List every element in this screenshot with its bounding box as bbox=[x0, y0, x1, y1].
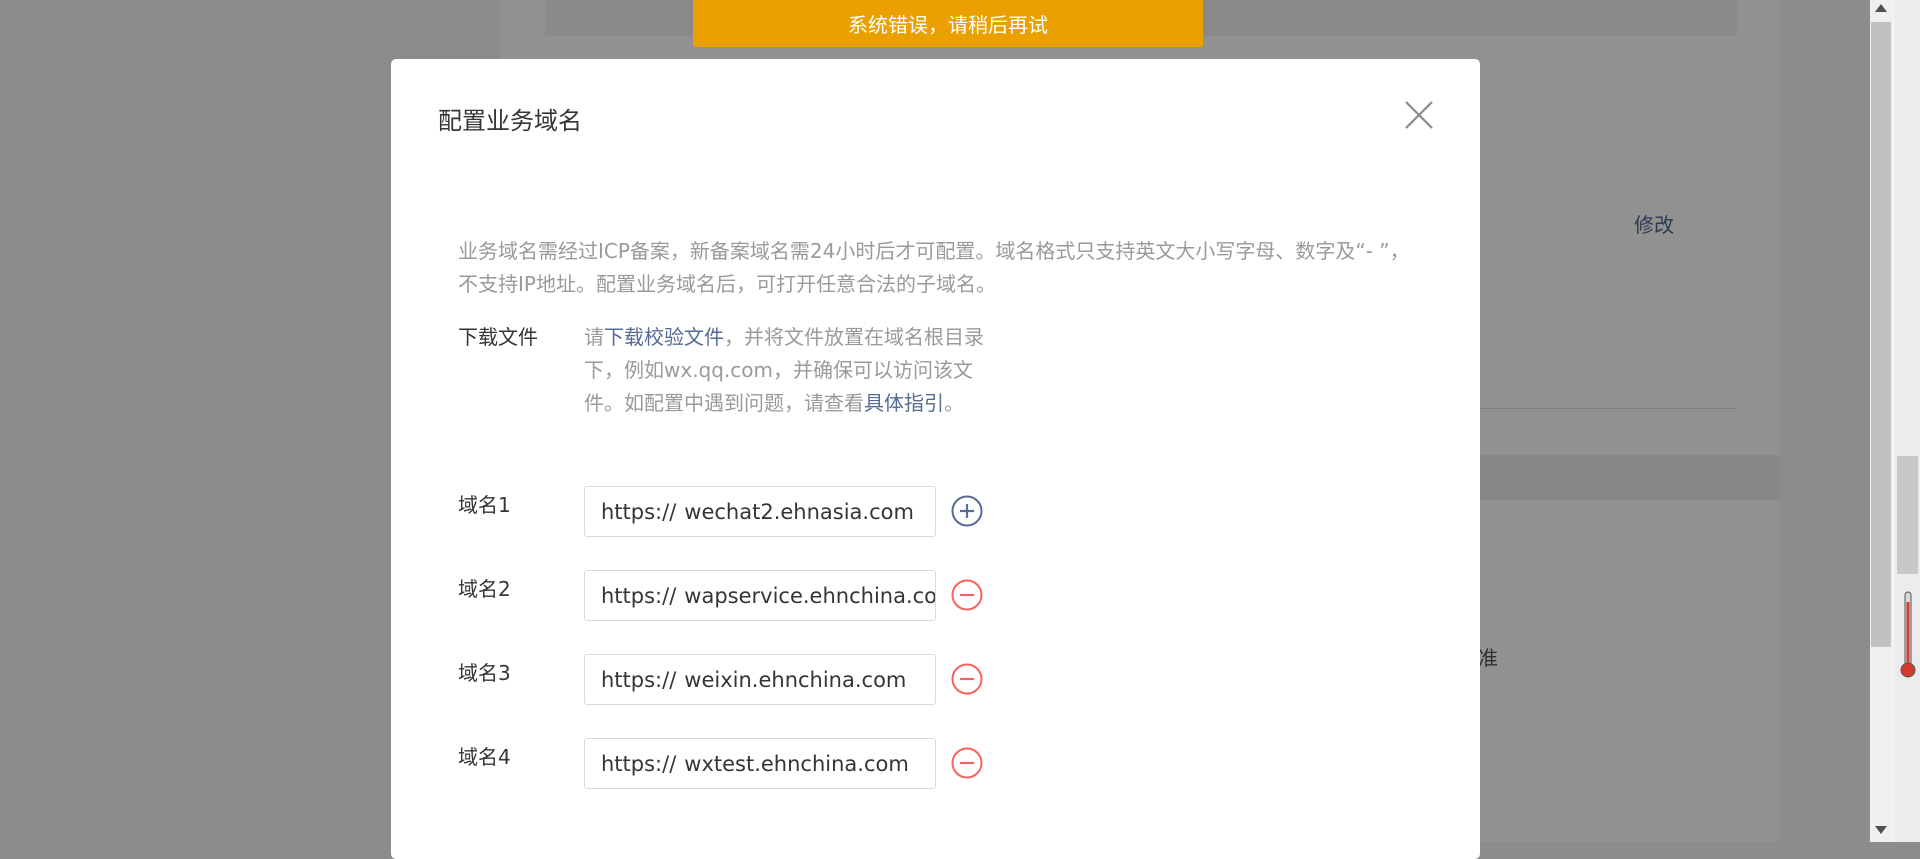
domain-4-input[interactable] bbox=[676, 751, 935, 776]
domain-1-field[interactable]: https:// bbox=[584, 486, 936, 537]
error-toast: 系统错误，请稍后再试 bbox=[693, 0, 1203, 47]
guide-link[interactable]: 具体指引 bbox=[864, 391, 944, 415]
domain-2-field[interactable]: https:// bbox=[584, 570, 936, 621]
page-scrollbar[interactable] bbox=[1870, 0, 1920, 842]
plus-circle-icon bbox=[951, 495, 983, 527]
domain-3-prefix: https:// bbox=[601, 667, 677, 692]
domain-1-prefix: https:// bbox=[601, 499, 677, 524]
remove-domain-4-button[interactable] bbox=[951, 747, 983, 779]
remove-domain-2-button[interactable] bbox=[951, 579, 983, 611]
domain-1-label: 域名1 bbox=[458, 493, 511, 517]
dialog-title: 配置业务域名 bbox=[438, 107, 582, 135]
domain-4-field[interactable]: https:// bbox=[584, 738, 936, 789]
background-partial-text: 准 bbox=[1478, 646, 1498, 670]
download-text-before: 请 bbox=[584, 325, 604, 349]
remove-domain-3-button[interactable] bbox=[951, 663, 983, 695]
domain-4-label: 域名4 bbox=[458, 745, 511, 769]
download-file-label: 下载文件 bbox=[458, 325, 538, 349]
domain-2-prefix: https:// bbox=[601, 583, 677, 608]
minus-circle-icon bbox=[951, 579, 983, 611]
domain-2-input[interactable] bbox=[676, 583, 935, 608]
domain-4-prefix: https:// bbox=[601, 751, 677, 776]
domain-3-input[interactable] bbox=[676, 667, 935, 692]
download-verification-file-link[interactable]: 下载校验文件 bbox=[604, 325, 724, 349]
scroll-thumb[interactable] bbox=[1871, 22, 1891, 647]
minus-circle-icon bbox=[951, 747, 983, 779]
domain-1-input[interactable] bbox=[676, 499, 935, 524]
domain-3-field[interactable]: https:// bbox=[584, 654, 936, 705]
thermometer-icon bbox=[1898, 590, 1918, 680]
domain-notice: 业务域名需经过ICP备案，新备案域名需24小时后才可配置。域名格式只支持英文大小… bbox=[458, 239, 1410, 296]
close-icon bbox=[1405, 101, 1433, 129]
download-text-after: 。 bbox=[944, 391, 964, 415]
close-button[interactable] bbox=[1399, 95, 1439, 135]
domain-3-label: 域名3 bbox=[458, 661, 511, 685]
toast-message: 系统错误，请稍后再试 bbox=[848, 13, 1048, 37]
background-modify-link: 修改 bbox=[1634, 213, 1674, 237]
scroll-up-icon[interactable] bbox=[1875, 4, 1887, 12]
add-domain-button[interactable] bbox=[951, 495, 983, 527]
domain-2-label: 域名2 bbox=[458, 577, 511, 601]
download-description: 请下载校验文件，并将文件放置在域名根目录下，例如wx.qq.com，并确保可以访… bbox=[584, 321, 996, 420]
configure-domain-dialog: 配置业务域名 业务域名需经过ICP备案，新备案域名需24小时后才可配置。域名格式… bbox=[391, 59, 1480, 859]
scroll-down-icon[interactable] bbox=[1875, 826, 1887, 834]
side-scroll-thumb[interactable] bbox=[1897, 456, 1918, 574]
side-scroll-track[interactable] bbox=[1895, 0, 1920, 842]
minus-circle-icon bbox=[951, 663, 983, 695]
